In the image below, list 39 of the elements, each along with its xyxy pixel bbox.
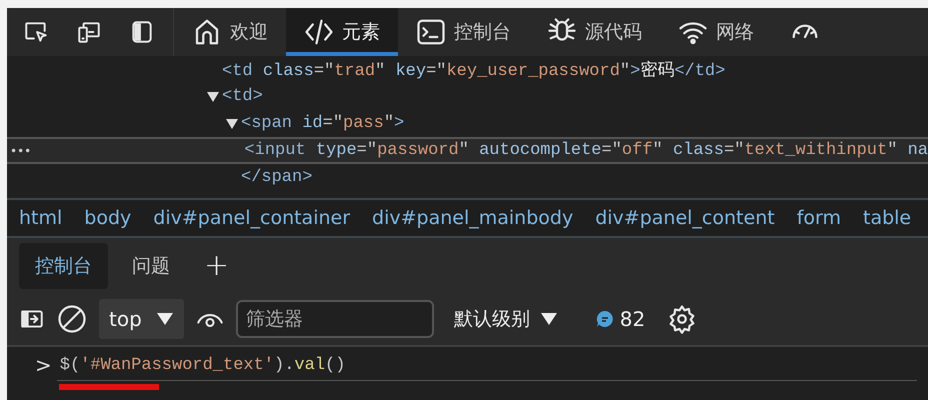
filter-field[interactable]: 筛选器 [236,300,434,338]
drawer-tab[interactable]: 控制台 [19,242,108,288]
code-icon [304,17,334,47]
expand-arrow-icon[interactable] [206,90,220,102]
code-line: <input type="password" autocomplete="off" class="text_withinput" na [244,141,928,160]
breadcrumb-link[interactable]: body [84,207,132,229]
breadcrumb-link[interactable]: table [863,207,912,229]
console-input-line: > $('#WanPassword_text').val() [35,353,346,377]
panel-tab[interactable]: 元素 [286,8,398,56]
add-tab-button[interactable]: + [194,250,240,280]
panel-tab[interactable]: 控制台 [398,8,529,56]
breadcrumb-link[interactable]: div#panel_container [153,207,350,229]
panel-tab[interactable]: 网络 [660,8,772,56]
panel-tab[interactable]: 欢迎 [174,8,286,56]
message-count[interactable]: 82 [578,307,656,331]
settings-icon [667,304,698,334]
expand-arrow-icon[interactable] [224,118,238,130]
drawer-tab[interactable]: 问题 [116,242,186,288]
dom-node-row[interactable]: <span id="pass"> [7,110,928,137]
dom-node-row[interactable]: ••• <input type="password" autocomplete="off" class="text_withinput" na [7,137,928,164]
panel-tab[interactable]: 源代码 [529,8,660,56]
dom-node-row[interactable]: <td class="trad" key="key_user_password">密码</td> [7,56,928,83]
breadcrumb-link[interactable]: form [796,207,841,229]
breadcrumb-link[interactable]: div#panel_content [595,207,775,229]
code-line: <td class="trad" key="key_user_password">密码</td> [222,60,726,81]
code-line: <td> [222,87,263,106]
code-line: </span> [241,168,312,187]
code-line: <span id="pass"> [241,114,404,133]
terminal-icon [416,17,446,47]
message-icon [596,310,614,328]
breadcrumb-link[interactable]: html [19,207,62,229]
clear-icon [57,304,87,334]
dom-node-row[interactable]: <td> [7,83,928,110]
caret-icon [540,312,558,326]
caret-icon [156,312,174,326]
level-dropdown[interactable]: 默认级别 [446,300,566,338]
context-dropdown[interactable]: top [99,299,184,339]
row-menu-icon[interactable]: ••• [10,144,32,158]
breadcrumb-link[interactable]: div#panel_mainbody [372,207,574,229]
